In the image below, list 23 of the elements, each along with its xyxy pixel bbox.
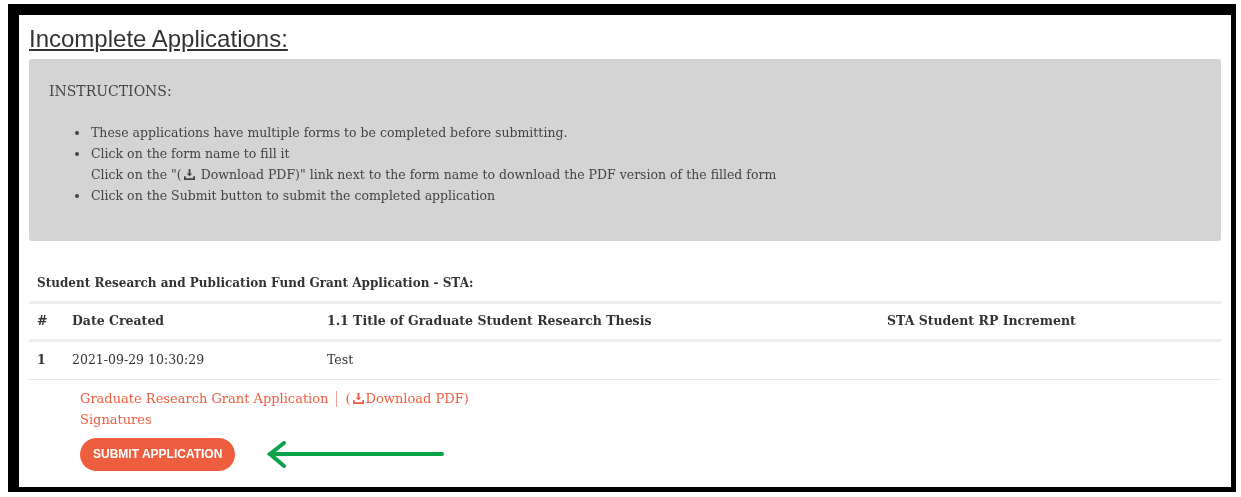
instructions-heading: INSTRUCTIONS: <box>49 82 172 101</box>
column-header: STA Student RP Increment <box>887 313 1076 329</box>
page-title: Incomplete Applications: <box>29 25 288 52</box>
table-cell: Test <box>327 352 354 368</box>
bullet-icon <box>75 194 79 198</box>
instruction-text: Click on the "( Download PDF)" link next to the form name to download the PDF version of the filled form <box>91 167 777 182</box>
table-cell: 1 <box>37 352 46 368</box>
download-icon <box>183 169 195 180</box>
submit-application-button[interactable]: SUBMIT APPLICATION <box>80 438 236 471</box>
bullet-icon <box>75 152 79 156</box>
form-link[interactable]: Signatures <box>80 409 152 430</box>
instruction-text: Click on the Submit button to submit the completed application <box>91 188 496 203</box>
download-pdf-link[interactable]: ( Download PDF) <box>345 388 469 409</box>
download-icon <box>352 393 364 404</box>
column-header: Date Created <box>72 313 165 329</box>
table-cell: 2021-09-29 10:30:29 <box>72 352 205 368</box>
section-title: Student Research and Publication Fund Grant Application - STA: <box>37 276 474 290</box>
instruction-text: Click on the form name to fill it <box>91 146 290 161</box>
column-header: # <box>37 313 48 329</box>
column-header: 1.1 Title of Graduate Student Research Thesis <box>327 313 652 329</box>
form-link[interactable]: Graduate Research Grant Application <box>80 388 329 409</box>
bullet-icon <box>75 131 79 135</box>
instruction-text: These applications have multiple forms to be completed before submitting. <box>91 125 568 140</box>
